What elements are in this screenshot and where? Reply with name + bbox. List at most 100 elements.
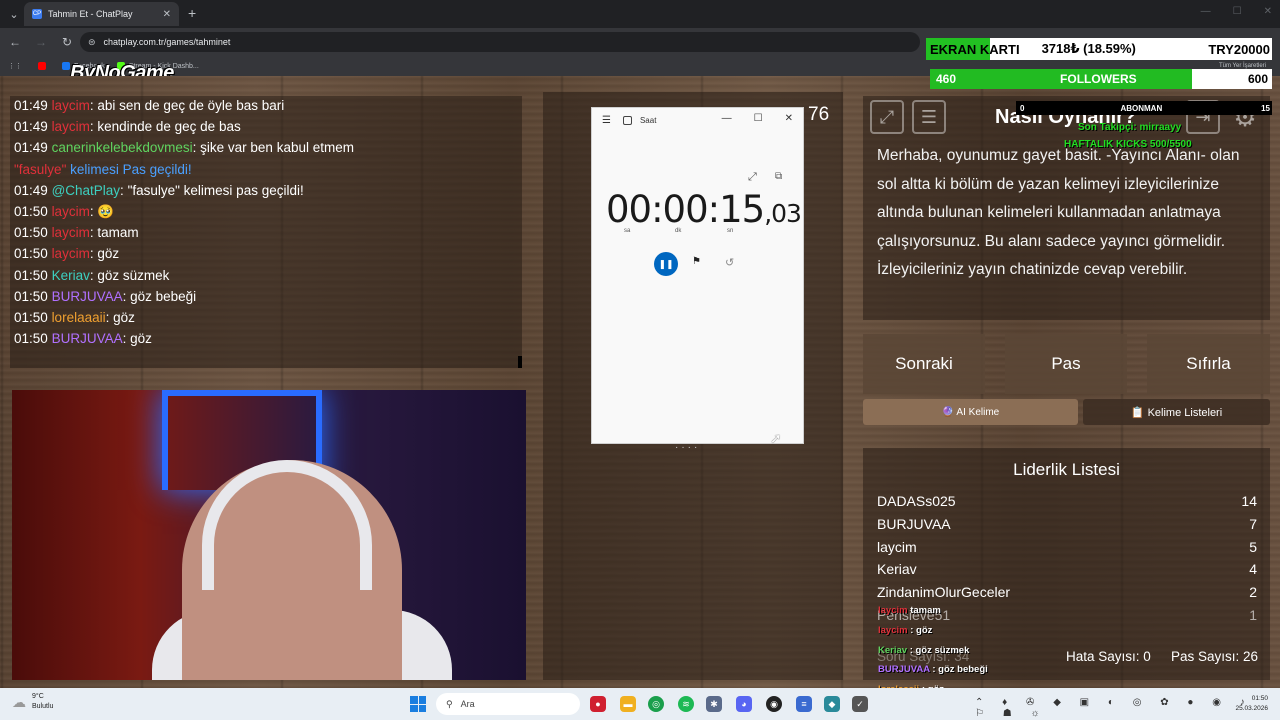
chat-separator: : bbox=[122, 331, 131, 347]
url-field[interactable]: ⊜ chatplay.com.tr/games/tahminet bbox=[80, 32, 920, 52]
chat-message: 01:49 canerinkelebekdovmesi: şike var be… bbox=[14, 140, 354, 155]
chat-timestamp: 01:50 bbox=[14, 246, 48, 262]
lap-flag-icon[interactable]: ⚑ bbox=[692, 256, 701, 267]
chat-timestamp: 01:49 bbox=[14, 119, 48, 135]
document-icon[interactable]: ☰ bbox=[912, 100, 946, 134]
fullscreen-icon[interactable]: ⤢ bbox=[870, 100, 904, 134]
chat-timestamp: 01:50 bbox=[14, 331, 48, 347]
chat-text: abi sen de geç de öyle bas bari bbox=[97, 98, 285, 113]
chat-timestamp: 01:50 bbox=[14, 288, 48, 304]
discord-icon[interactable]: ◕ bbox=[736, 696, 752, 712]
pause-button[interactable]: ❚❚ bbox=[654, 252, 678, 276]
chat-separator: : bbox=[105, 310, 114, 325]
back-icon[interactable]: ← bbox=[4, 35, 26, 49]
reload-icon[interactable]: ↻ bbox=[56, 35, 78, 49]
overlay-chat-username: laycim bbox=[878, 605, 908, 616]
chat-username[interactable]: laycim bbox=[52, 204, 90, 219]
chat-username[interactable]: BURJUVAA bbox=[52, 331, 123, 346]
tab-ai-word[interactable]: 🔮 AI Kelime bbox=[863, 399, 1078, 425]
maximize-icon[interactable]: ☐ bbox=[754, 113, 763, 124]
chat-timestamp: 01:50 bbox=[14, 267, 48, 283]
next-button[interactable]: Sonraki bbox=[863, 334, 985, 394]
tab-bar: ⌄ CP Tahmin Et - ChatPlay ✕ + — ☐ ✕ bbox=[0, 0, 1280, 28]
chrome-icon[interactable]: ◎ bbox=[648, 696, 664, 712]
bookmark-youtube[interactable] bbox=[38, 62, 50, 70]
spotify-icon[interactable]: ≋ bbox=[678, 696, 694, 712]
apps-icon[interactable]: ⋮⋮ bbox=[8, 62, 22, 70]
search-icon: ⚲ bbox=[446, 698, 453, 709]
chat-separator: : bbox=[120, 182, 128, 198]
overlay-chat-username: BURJUVAA bbox=[878, 664, 930, 675]
clock-app-icon bbox=[622, 115, 632, 125]
keep-on-top-icon[interactable]: ⧉ bbox=[775, 171, 782, 182]
chat-username[interactable]: canerinkelebekdovmesi bbox=[52, 140, 193, 155]
youtube-icon bbox=[38, 62, 46, 70]
subscription-bar: 0 ABONMAN 15 bbox=[1016, 101, 1272, 115]
goal-label: EKRAN KARTI bbox=[930, 41, 1020, 57]
chat-message: 01:50 laycim: 🥹 bbox=[14, 204, 114, 220]
minimize-icon[interactable]: — bbox=[722, 113, 732, 124]
close-tab-icon[interactable]: ✕ bbox=[163, 9, 171, 20]
reset-icon[interactable]: ↺ bbox=[725, 256, 734, 269]
chat-message: 01:49 laycim: abi sen de geç de öyle bas… bbox=[14, 98, 284, 113]
chat-username[interactable]: @ChatPlay bbox=[52, 183, 120, 198]
overlay-chat-text: : göz bbox=[907, 625, 933, 636]
error-count: Hata Sayısı: 0 bbox=[1066, 649, 1151, 664]
pass-button[interactable]: Pas bbox=[1005, 334, 1127, 394]
start-button[interactable] bbox=[410, 696, 426, 712]
taskbar-search[interactable]: ⚲ Ara bbox=[436, 693, 580, 715]
hamburger-menu-icon[interactable]: ☰ bbox=[602, 115, 611, 126]
how-to-text: Merhaba, oyunumuz gayet basit. -Yayıncı … bbox=[877, 147, 1240, 278]
chat-timestamp: 01:50 bbox=[14, 310, 48, 325]
clock-app-taskbar-icon[interactable]: ✓ bbox=[852, 696, 868, 712]
chat-username[interactable]: laycim bbox=[52, 225, 90, 240]
taskbar-search-label: Ara bbox=[460, 699, 475, 709]
expand-icon[interactable]: ⤢ bbox=[748, 171, 757, 184]
active-tab[interactable]: CP Tahmin Et - ChatPlay ✕ bbox=[24, 2, 179, 26]
chat-text: tamam bbox=[97, 225, 139, 241]
chat-username[interactable]: laycim bbox=[52, 98, 90, 113]
chat-username[interactable]: lorelaaaii bbox=[52, 310, 106, 325]
drag-handle[interactable]: ···· bbox=[675, 442, 700, 453]
leaderboard-score: 5 bbox=[1249, 538, 1257, 555]
taskbar-clock[interactable]: 01:50 25.03.2026 bbox=[1235, 694, 1268, 714]
chat-username[interactable]: laycim bbox=[52, 246, 90, 261]
chat-username[interactable]: laycim bbox=[52, 119, 90, 134]
chat-message: "fasulye" kelimesi Pas geçildi! bbox=[14, 162, 192, 177]
chat-message: 01:50 laycim: göz bbox=[14, 246, 119, 261]
chat-timestamp: 01:49 bbox=[14, 98, 48, 113]
tab-word-lists[interactable]: 📋 Kelime Listeleri bbox=[1083, 399, 1270, 425]
chat-text: kendinde de geç de bas bbox=[97, 119, 241, 135]
leaderboard-name: DADASs025 bbox=[877, 493, 956, 509]
weather-widget[interactable]: ☁ 9°C Bulutlu bbox=[12, 692, 53, 712]
notes-app-icon[interactable]: ≡ bbox=[796, 696, 812, 712]
reset-button[interactable]: Sıfırla bbox=[1147, 334, 1270, 394]
windows-taskbar: ☁ 9°C Bulutlu ⚲ Ara ● ▬ ◎ ≋ ✱ ◕ ◉ ≡ ◆ ✓ … bbox=[0, 688, 1280, 720]
minimize-icon[interactable]: — bbox=[1201, 6, 1211, 17]
leaderboard-score: 7 bbox=[1249, 515, 1257, 532]
new-tab-icon[interactable]: + bbox=[188, 5, 196, 21]
close-window-icon[interactable]: ✕ bbox=[1264, 6, 1272, 17]
leaderboard-name: Keriav bbox=[877, 561, 917, 578]
chat-username[interactable]: "fasulye" bbox=[14, 162, 66, 177]
chat-scrollbar[interactable] bbox=[518, 356, 522, 368]
app-icon-record[interactable]: ● bbox=[590, 696, 606, 712]
close-icon[interactable]: ✕ bbox=[785, 113, 793, 124]
site-info-icon[interactable]: ⊜ bbox=[88, 37, 96, 48]
forward-icon[interactable]: → bbox=[30, 35, 52, 49]
file-explorer-icon[interactable]: ▬ bbox=[620, 696, 636, 712]
followers-label: FOLLOWERS bbox=[1060, 72, 1137, 86]
maximize-icon[interactable]: ☐ bbox=[1233, 6, 1242, 17]
chat-text: göz bbox=[113, 310, 135, 325]
obs-icon[interactable]: ◉ bbox=[766, 696, 782, 712]
chat-username[interactable]: Keriav bbox=[52, 268, 90, 283]
chat-username[interactable]: BURJUVAA bbox=[52, 289, 123, 304]
chat-timestamp: 01:49 bbox=[14, 182, 48, 198]
chat-text: 🥹 bbox=[97, 204, 115, 219]
settings-app-icon[interactable]: ✱ bbox=[706, 696, 722, 712]
webcam-feed bbox=[12, 390, 526, 680]
system-tray[interactable]: ⌃ ♦ ✇ ◆ ▣ ◐ ◎ ✿ ● ◉ ♪ ⚐ ☗ ☼ bbox=[975, 697, 1280, 719]
pass-count: Pas Sayısı: 26 bbox=[1171, 649, 1259, 664]
window-controls: — ☐ ✕ bbox=[1201, 6, 1272, 17]
app-icon-teal[interactable]: ◆ bbox=[824, 696, 840, 712]
